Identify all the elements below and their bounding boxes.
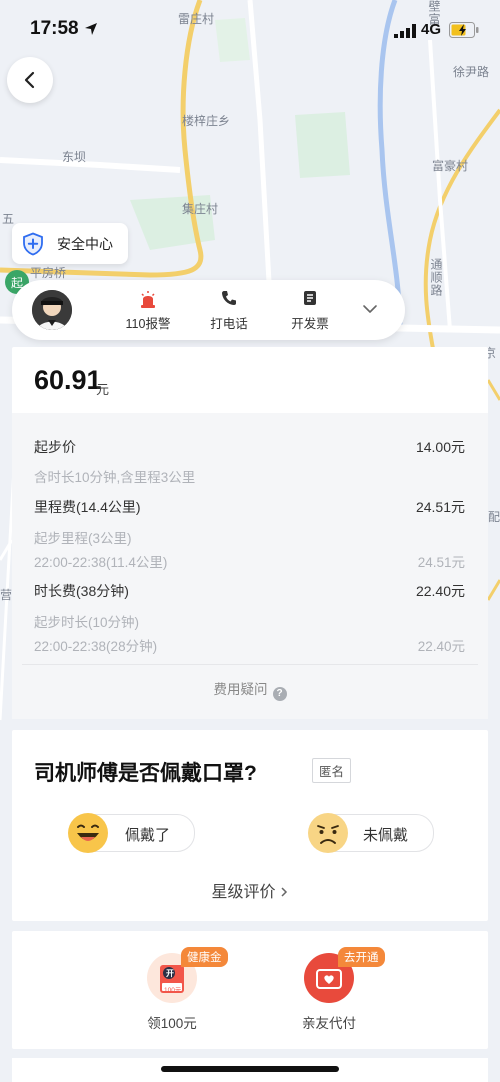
call-driver-button[interactable]: 打电话 [194, 290, 264, 332]
fare-item-label: 里程费(14.4公里) [34, 499, 141, 515]
map-label: 平房桥 [30, 266, 67, 280]
emergency-110-button[interactable]: 110报警 [113, 290, 183, 332]
sad-face-icon [308, 813, 348, 853]
home-indicator[interactable] [161, 1066, 339, 1072]
promo-card: 开 100元 健康金 领100元 去开通 亲友代付 [12, 931, 488, 1049]
cellular-signal-icon [394, 24, 416, 38]
fare-total-amount: 60.91 [34, 365, 102, 395]
chevron-right-icon [280, 887, 287, 897]
star-rating-link[interactable]: 星级评价 [12, 878, 488, 902]
fare-detail-card: 60.91 元 起步价 14.00元 含时长10分钟,含里程3公里 里程费(14… [12, 347, 488, 719]
back-button[interactable] [7, 57, 53, 103]
family-pay-promo[interactable]: 去开通 亲友代付 [284, 947, 385, 1032]
divider [22, 664, 478, 665]
fare-item-value: 24.51元 [415, 499, 465, 515]
safety-center-label: 安全中心 [57, 235, 113, 252]
fare-breakdown: 起步价 14.00元 含时长10分钟,含里程3公里 里程费(14.4公里) 24… [12, 413, 488, 719]
fare-item-value: 22.40元 [415, 583, 465, 599]
call-driver-label: 打电话 [210, 317, 248, 331]
map-label: 富豪村 [432, 159, 469, 173]
driver-avatar-image [32, 290, 72, 330]
fare-question-link[interactable]: 费用疑问? [12, 678, 488, 701]
status-bar: 17:58 4G [0, 0, 500, 58]
map-label: 五 [2, 212, 15, 226]
star-rating-label: 星级评价 [211, 884, 276, 901]
invoice-label: 开发票 [291, 317, 329, 331]
mask-survey-card: 司机师傅是否佩戴口罩? 匿名 佩戴了 未佩戴 星级评价 [12, 730, 488, 921]
phone-icon [222, 291, 236, 305]
mask-survey-title: 司机师傅是否佩戴口罩? [34, 762, 257, 785]
fare-item-subvalue: 24.51元 [417, 555, 465, 570]
map-label: 徐尹路 [453, 65, 490, 79]
fare-item-subvalue: 22.40元 [417, 639, 465, 654]
map-label: 通顺路 [429, 258, 443, 297]
health-fund-promo[interactable]: 开 100元 健康金 领100元 [127, 947, 228, 1032]
family-pay-icon: 去开通 [304, 947, 385, 1003]
map-label: 营 [0, 588, 13, 602]
happy-face-icon [68, 813, 108, 853]
status-time: 17:58 [30, 18, 79, 39]
question-icon: ? [272, 687, 287, 701]
battery-charging-icon [449, 22, 479, 38]
anonymous-tag: 匿名 [312, 758, 352, 783]
fare-item-desc: 22:00-22:38(28分钟) [34, 639, 158, 654]
fare-total-section: 60.91 元 [12, 347, 488, 414]
fare-item-desc: 起步时长(10分钟) [34, 615, 140, 630]
health-fund-label: 领100元 [147, 1016, 197, 1031]
chevron-left-icon [24, 71, 35, 89]
shield-icon [23, 232, 43, 255]
map-label: 集庄村 [182, 202, 219, 216]
health-fund-badge: 健康金 [181, 947, 228, 967]
fare-item-label: 时长费(38分钟) [34, 583, 129, 599]
fare-item-label: 起步价 [34, 439, 76, 455]
fare-item-desc: 22:00-22:38(11.4公里) [34, 555, 168, 570]
invoice-button[interactable]: 开发票 [275, 290, 345, 332]
health-fund-icon: 开 100元 健康金 [147, 947, 228, 1003]
mask-wearing-option[interactable]: 佩戴了 [68, 813, 195, 853]
coupon-tag: 开 [166, 969, 174, 978]
fare-item-desc: 起步里程(3公里) [34, 531, 132, 546]
invoice-icon [304, 291, 316, 305]
fare-item-desc: 含时长10分钟,含里程3公里 [34, 470, 196, 485]
network-type: 4G [421, 21, 442, 38]
fare-question-label: 费用疑问 [213, 682, 268, 697]
driver-action-bar: 110报警 打电话 开发票 [12, 280, 405, 340]
location-arrow-icon [85, 23, 97, 35]
chevron-down-icon[interactable] [362, 301, 378, 317]
map-label: 楼梓庄乡 [182, 114, 231, 128]
fare-total-unit: 元 [96, 382, 110, 397]
safety-center-button[interactable]: 安全中心 [12, 223, 128, 264]
map-label: 东坝 [62, 150, 87, 164]
fare-item-value: 14.00元 [415, 439, 465, 455]
family-pay-label: 亲友代付 [302, 1016, 356, 1031]
mask-not-wearing-label: 未佩戴 [363, 827, 409, 844]
emergency-110-label: 110报警 [125, 317, 171, 331]
map-label: 配 [488, 510, 500, 524]
mask-wearing-label: 佩戴了 [125, 827, 171, 844]
mask-not-wearing-option[interactable]: 未佩戴 [308, 813, 434, 853]
alarm-icon [141, 291, 155, 308]
driver-avatar[interactable] [32, 290, 72, 330]
coupon-text: 100元 [164, 987, 182, 994]
family-pay-badge: 去开通 [338, 947, 385, 967]
